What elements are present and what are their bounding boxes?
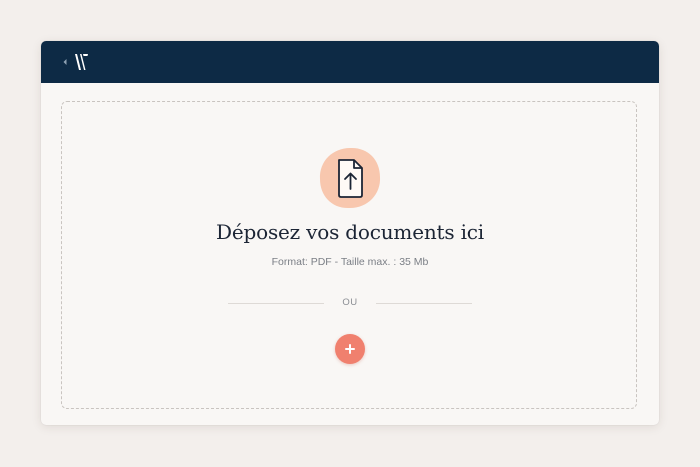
dropzone-title: Déposez vos documents ici [216,220,484,244]
upload-dialog: Déposez vos documents ici Format: PDF - … [41,41,659,425]
file-upload-icon [318,146,382,210]
divider-left [228,303,324,304]
or-separator: OU [342,297,358,308]
format-info: Format: PDF - Taille max. : 35 Mb [271,256,429,268]
plus-icon [345,344,355,354]
brand-logo [75,54,88,70]
add-file-button[interactable] [335,334,365,364]
divider-right [376,303,472,304]
top-bar [41,41,659,83]
chevron-left-icon[interactable] [61,56,69,68]
